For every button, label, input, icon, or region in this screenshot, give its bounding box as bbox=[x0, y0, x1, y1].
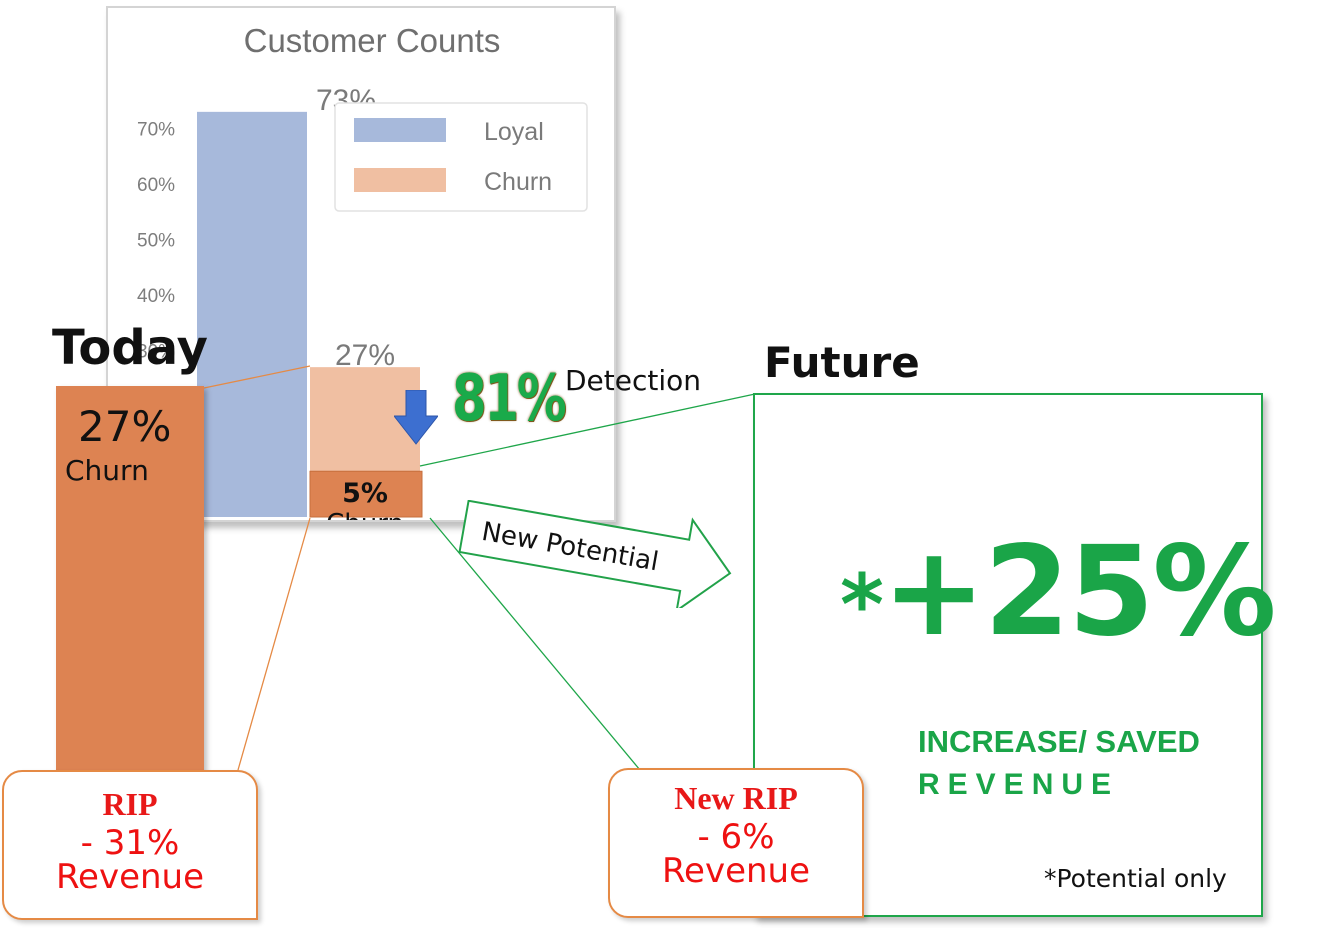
rip-today-callout: RIP - 31% Revenue bbox=[2, 770, 258, 920]
y-tick-label: 60% bbox=[137, 175, 175, 196]
legend-swatch-churn bbox=[354, 168, 446, 192]
y-tick-label: 50% bbox=[137, 231, 175, 252]
chart-title: Customer Counts bbox=[244, 22, 501, 59]
chart-legend: Loyal Churn bbox=[334, 102, 588, 212]
bar-label-churn: 27% bbox=[335, 339, 395, 372]
today-churn-percent: 27% bbox=[78, 402, 172, 451]
detection-percent: 81% bbox=[452, 362, 567, 436]
rip-today-revenue: Revenue bbox=[55, 857, 205, 897]
potential-only-footnote: *Potential only bbox=[1044, 864, 1227, 893]
highlight-churn-label: Churn bbox=[326, 509, 404, 520]
right-arrow-icon: New Potential bbox=[458, 500, 732, 608]
connector-today-bottom bbox=[237, 517, 311, 771]
revenue-label: REVENUE bbox=[918, 768, 1120, 801]
rip-future-callout: New RIP - 6% Revenue bbox=[608, 768, 864, 918]
rip-future-title: New RIP bbox=[674, 780, 798, 816]
rip-today-title: RIP bbox=[102, 786, 158, 822]
today-churn-label: Churn bbox=[65, 454, 149, 487]
y-tick-label: 40% bbox=[137, 286, 175, 307]
detection-label: Detection bbox=[565, 364, 702, 397]
legend-swatch-loyal bbox=[354, 118, 446, 142]
highlight-percent: 5% bbox=[342, 478, 388, 509]
future-value-star: * bbox=[840, 556, 884, 654]
legend-label-churn: Churn bbox=[484, 168, 552, 196]
future-increase-value: *+25% bbox=[840, 520, 1277, 664]
future-title: Future bbox=[764, 338, 920, 387]
bar-loyal bbox=[197, 111, 307, 517]
increase-saved-label: INCREASE/ SAVED bbox=[918, 724, 1200, 759]
today-title: Today bbox=[52, 320, 208, 376]
down-arrow-icon bbox=[394, 390, 438, 445]
legend-label-loyal: Loyal bbox=[484, 118, 544, 146]
y-tick-label: 70% bbox=[137, 120, 175, 141]
rip-future-revenue: Revenue bbox=[661, 851, 811, 891]
future-value-main: +25% bbox=[881, 520, 1277, 664]
